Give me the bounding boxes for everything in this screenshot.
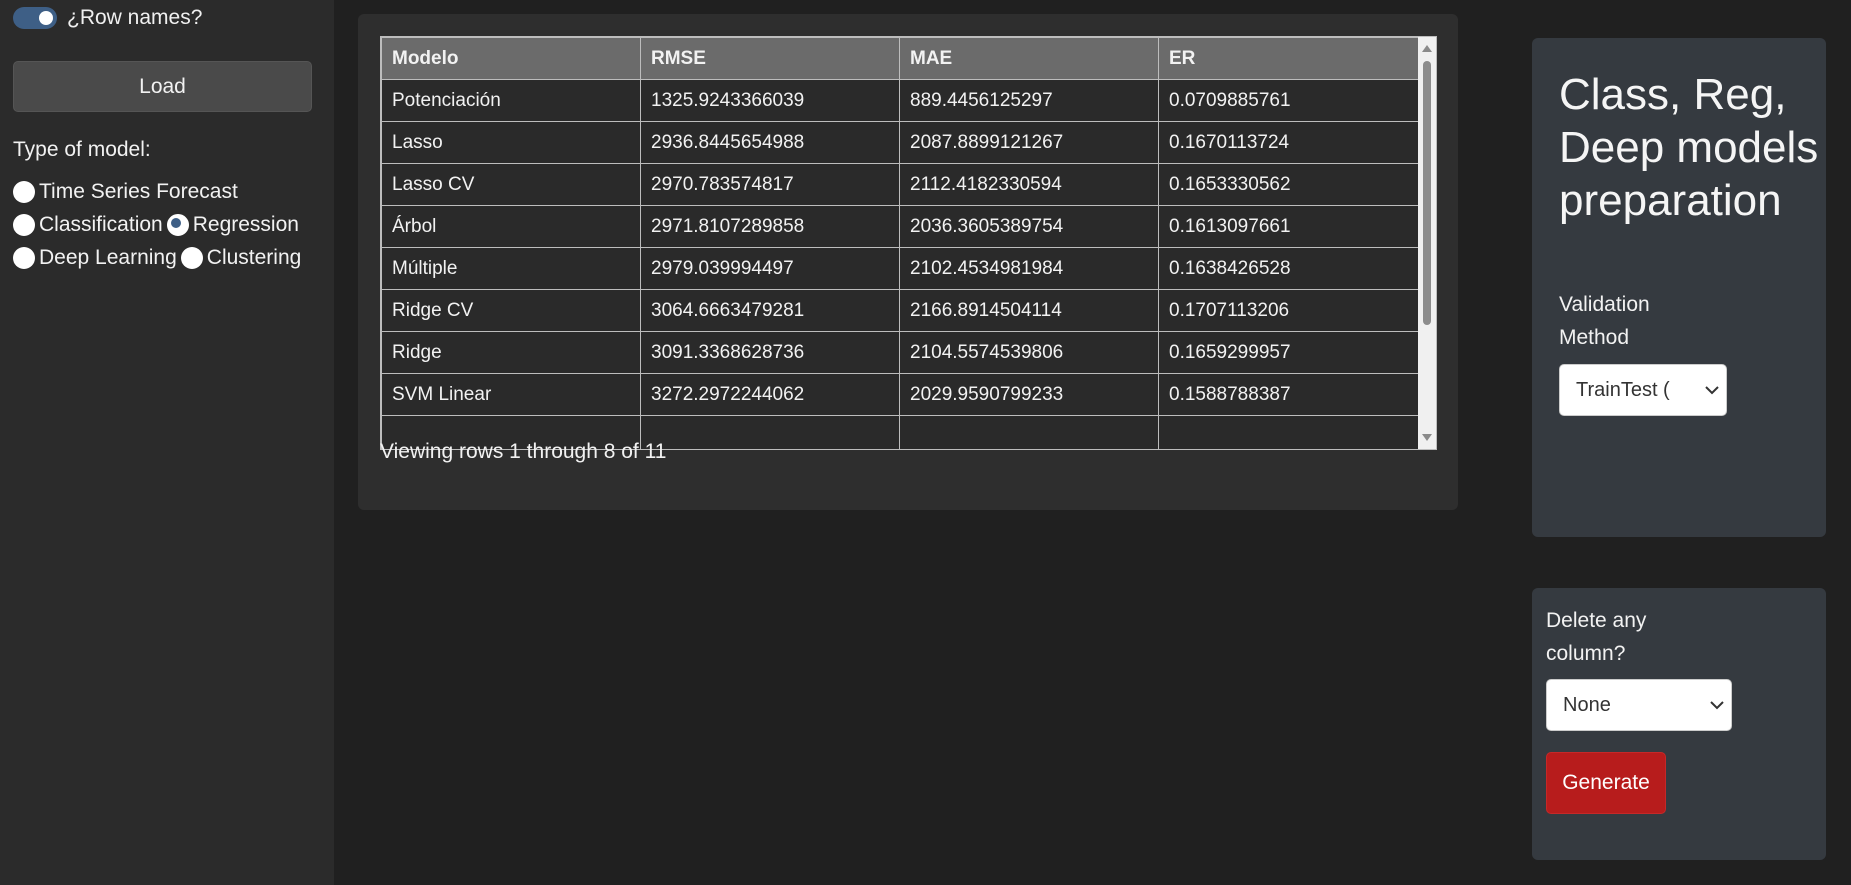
scroll-thumb[interactable] — [1423, 61, 1431, 325]
chevron-down-icon — [1703, 700, 1731, 710]
generate-button[interactable]: Generate — [1546, 752, 1666, 814]
radio-time-series[interactable]: Time Series Forecast — [13, 178, 313, 205]
column-header-modelo[interactable]: Modelo — [381, 37, 641, 80]
preparation-panel: Class, Reg, Deep models preparation Vali… — [1532, 38, 1826, 537]
radio-classification[interactable]: Classification — [13, 211, 163, 238]
table-row[interactable]: SVM Linear 3272.2972244062 2029.9590799233… — [381, 373, 1420, 416]
table-cell: 2979.039994497 — [640, 247, 900, 290]
results-card: Modelo RMSE MAE ER Potenciación 1325.9243… — [358, 14, 1458, 510]
table-row[interactable]: Múltiple 2979.039994497 2102.4534981984 0.1… — [381, 247, 1420, 290]
table-cell: 0.1613097661 — [1158, 205, 1420, 248]
table-row[interactable]: Ridge CV 3064.6663479281 2166.8914504114 0.… — [381, 289, 1420, 332]
column-header-er[interactable]: ER — [1158, 37, 1420, 80]
sidebar: ¿Row names? Load Type of model: Time Ser… — [0, 0, 334, 885]
row-names-toggle-row: ¿Row names? — [13, 6, 202, 30]
radio-circle[interactable] — [13, 180, 35, 203]
table-cell: Árbol — [381, 205, 641, 248]
delete-column-label: Delete any column? — [1546, 609, 1647, 665]
toggle-knob — [39, 11, 53, 25]
table-cell: SVM Linear — [381, 373, 641, 416]
row-names-label: ¿Row names? — [67, 6, 203, 29]
validation-method-select[interactable]: TrainTest ( — [1559, 364, 1727, 416]
table-cell: Ridge — [381, 331, 641, 374]
validation-method-value: TrainTest ( — [1576, 378, 1670, 401]
chevron-down-icon — [1698, 385, 1726, 395]
column-panel: Delete any column? None Generate — [1532, 588, 1826, 860]
table-cell: Múltiple — [381, 247, 641, 290]
load-button[interactable]: Load — [13, 61, 312, 112]
radio-label: Time Series Forecast — [39, 179, 238, 203]
radio-circle-selected[interactable] — [166, 213, 189, 236]
column-header-mae[interactable]: MAE — [899, 37, 1159, 80]
radio-label: Clustering — [206, 245, 302, 269]
scroll-down-icon[interactable] — [1422, 434, 1432, 441]
table-scrollbar[interactable] — [1418, 37, 1436, 449]
radio-label: Regression — [192, 212, 299, 236]
table-cell — [899, 415, 1159, 449]
table-cell: 2104.5574539806 — [899, 331, 1159, 374]
table-cell: 0.1588788387 — [1158, 373, 1420, 416]
table-cell: 3091.3368628736 — [640, 331, 900, 374]
column-header-rmse[interactable]: RMSE — [640, 37, 900, 80]
table-cell: 0.1653330562 — [1158, 163, 1420, 206]
table-header-row: Modelo RMSE MAE ER — [381, 37, 1420, 80]
table-cell: 2112.4182330594 — [899, 163, 1159, 206]
table-row[interactable]: Lasso 2936.8445654988 2087.8899121267 0.167… — [381, 121, 1420, 164]
radio-clustering[interactable]: Clustering — [180, 244, 302, 271]
table-row[interactable]: Árbol 2971.8107289858 2036.3605389754 0.161… — [381, 205, 1420, 248]
validation-method-label: Validation Method — [1559, 293, 1650, 349]
radio-label: Classification — [39, 212, 163, 236]
delete-column-select[interactable]: None — [1546, 679, 1732, 731]
table-cell: 2036.3605389754 — [899, 205, 1159, 248]
table-body: Potenciación 1325.9243366039 889.445612529… — [381, 79, 1420, 449]
table-row[interactable]: Ridge 3091.3368628736 2104.5574539806 0.165… — [381, 331, 1420, 374]
table-cell: Lasso CV — [381, 163, 641, 206]
table-cell: 2970.783574817 — [640, 163, 900, 206]
radio-regression[interactable]: Regression — [166, 211, 299, 238]
table-cell: 1325.9243366039 — [640, 79, 900, 122]
table-cell: 0.1707113206 — [1158, 289, 1420, 332]
table-cell: 2087.8899121267 — [899, 121, 1159, 164]
table-cell: Potenciación — [381, 79, 641, 122]
table-cell: 2971.8107289858 — [640, 205, 900, 248]
panel-title: Class, Reg, Deep models preparation — [1559, 70, 1819, 225]
model-type-radio-group: Time Series Forecast Classification Regr… — [13, 178, 333, 271]
table-cell: 889.4456125297 — [899, 79, 1159, 122]
table-row[interactable]: Potenciación 1325.9243366039 889.445612529… — [381, 79, 1420, 122]
radio-circle[interactable] — [13, 213, 35, 236]
table-status: Viewing rows 1 through 8 of 11 — [380, 440, 667, 463]
table-cell: 0.1659299957 — [1158, 331, 1420, 374]
table-cell — [1158, 415, 1420, 449]
table-cell: 2166.8914504114 — [899, 289, 1159, 332]
radio-label: Deep Learning — [39, 245, 177, 269]
radio-deep-learning[interactable]: Deep Learning — [13, 244, 177, 271]
row-names-toggle[interactable] — [13, 7, 57, 29]
table-cell: 2936.8445654988 — [640, 121, 900, 164]
table-cell: 2102.4534981984 — [899, 247, 1159, 290]
table-cell: 3064.6663479281 — [640, 289, 900, 332]
table-cell: 3272.2972244062 — [640, 373, 900, 416]
table-cell: 0.1638426528 — [1158, 247, 1420, 290]
delete-column-value: None — [1563, 693, 1611, 716]
model-type-label: Type of model: — [13, 138, 151, 161]
results-table-container: Modelo RMSE MAE ER Potenciación 1325.9243… — [380, 36, 1437, 450]
table-cell — [640, 415, 900, 449]
table-cell: 0.1670113724 — [1158, 121, 1420, 164]
table-cell: 0.0709885761 — [1158, 79, 1420, 122]
table-cell: Lasso — [381, 121, 641, 164]
table-row[interactable]: Lasso CV 2970.783574817 2112.4182330594 0.1… — [381, 163, 1420, 206]
scroll-up-icon[interactable] — [1422, 45, 1432, 52]
table-cell: 2029.9590799233 — [899, 373, 1159, 416]
radio-circle[interactable] — [13, 246, 35, 269]
radio-circle[interactable] — [180, 246, 203, 269]
table-cell: Ridge CV — [381, 289, 641, 332]
results-table: Modelo RMSE MAE ER Potenciación 1325.9243… — [381, 37, 1420, 449]
